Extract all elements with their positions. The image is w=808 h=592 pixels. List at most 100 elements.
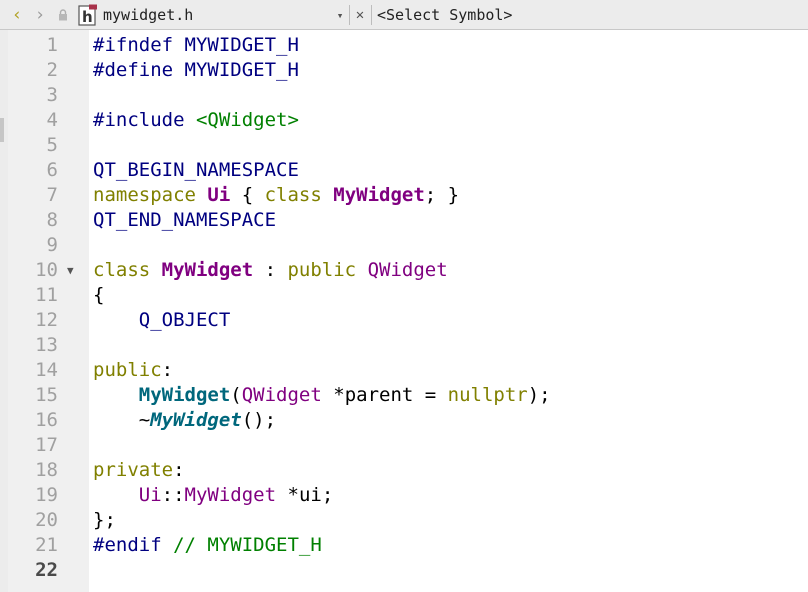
code-token: : (173, 459, 185, 481)
code-text: #ifndef MYWIDGET_H (93, 33, 299, 58)
line-number: 21 (35, 534, 58, 556)
code-token: public (287, 259, 368, 281)
close-icon[interactable]: ✕ (353, 0, 367, 30)
symbol-selector[interactable]: <Select Symbol> (377, 0, 512, 30)
code-text: Q_OBJECT (93, 308, 231, 333)
code-token: : (253, 259, 288, 281)
code-token: { (230, 184, 265, 206)
code-text: #define MYWIDGET_H (93, 58, 299, 83)
code-line[interactable]: 20}; (0, 508, 808, 533)
code-text: { (93, 283, 104, 308)
code-token: ); (527, 384, 551, 406)
line-number: 13 (35, 334, 58, 356)
code-token: *parent = (321, 384, 448, 406)
code-token: QT_END_NAMESPACE (93, 209, 277, 231)
code-token: QWidget (241, 384, 322, 406)
code-token: nullptr (447, 384, 528, 406)
line-number: 10 (35, 259, 58, 281)
code-line[interactable]: 7 namespace Ui { class MyWidget; } (0, 183, 808, 208)
code-line[interactable]: 18 private: (0, 458, 808, 483)
code-line[interactable]: 22 (0, 558, 808, 583)
code-text: QT_END_NAMESPACE (93, 208, 276, 233)
code-token: Ui (138, 484, 162, 506)
code-line[interactable]: 10 ▼ class MyWidget : public QWidget (0, 258, 808, 283)
chevron-right-icon[interactable]: › (31, 0, 49, 30)
code-token: ; } (424, 184, 460, 206)
code-line[interactable]: 1 #ifndef MYWIDGET_H (0, 33, 808, 58)
chevron-left-icon[interactable]: ‹ (8, 0, 26, 30)
line-number: 16 (35, 409, 58, 431)
line-number: 9 (46, 234, 58, 256)
editor-toolbar: ‹ › h mywidget.h ▾ ✕ <Select Symbol> (0, 0, 808, 30)
line-number: 11 (35, 284, 58, 306)
file-icon-letter: h (82, 8, 93, 26)
line-number: 7 (46, 184, 58, 206)
code-token: <QWidget> (195, 109, 299, 131)
line-number: 5 (46, 134, 58, 156)
code-token: { (93, 284, 105, 306)
code-line[interactable]: 3 (0, 83, 808, 108)
lock-icon[interactable] (57, 0, 69, 30)
code-line[interactable]: 9 (0, 233, 808, 258)
code-text: class MyWidget : public QWidget (93, 258, 448, 283)
code-line[interactable]: 19 Ui::MyWidget *ui; (0, 483, 808, 508)
line-number: 15 (35, 384, 58, 406)
code-token: *ui; (276, 484, 334, 506)
line-number: 14 (35, 359, 58, 381)
code-token: class (264, 184, 334, 206)
separator (371, 5, 372, 25)
code-token: Ui (207, 184, 231, 206)
line-number: 4 (46, 109, 58, 131)
code-line[interactable]: 15 MyWidget(QWidget *parent = nullptr); (0, 383, 808, 408)
code-text: private: (93, 458, 185, 483)
line-number: 8 (46, 209, 58, 231)
code-token: private (93, 459, 174, 481)
line-number: 22 (35, 559, 58, 581)
code-token: ( (230, 384, 242, 406)
line-number: 19 (35, 484, 58, 506)
code-line[interactable]: 12 Q_OBJECT (0, 308, 808, 333)
line-number: 18 (35, 459, 58, 481)
line-number: 3 (46, 84, 58, 106)
code-line[interactable]: 11 { (0, 283, 808, 308)
code-line[interactable]: 4 #include <QWidget> (0, 108, 808, 133)
code-token: MyWidget (161, 259, 254, 281)
code-line[interactable]: 5 (0, 133, 808, 158)
header-file-icon: h (78, 0, 98, 30)
code-token: : (161, 359, 174, 381)
code-line[interactable]: 21 #endif // MYWIDGET_H (0, 533, 808, 558)
code-token: // MYWIDGET_H (173, 534, 322, 556)
line-number: 6 (46, 159, 58, 181)
code-token: MyWidget (184, 484, 277, 506)
code-text: #include <QWidget> (93, 108, 299, 133)
triangle-down-icon[interactable]: ▾ (333, 0, 347, 30)
code-token: QWidget (367, 259, 448, 281)
code-token: #ifndef MYWIDGET_H (93, 34, 299, 56)
file-name[interactable]: mywidget.h (103, 0, 193, 30)
code-line[interactable]: 17 (0, 433, 808, 458)
code-token: Q_OBJECT (93, 309, 231, 331)
code-text: MyWidget(QWidget *parent = nullptr); (93, 383, 551, 408)
code-token: }; (93, 509, 116, 531)
code-line[interactable]: 2 #define MYWIDGET_H (0, 58, 808, 83)
line-number: 17 (35, 434, 58, 456)
line-number: 20 (35, 509, 58, 531)
code-token: ~ (93, 409, 151, 431)
code-text: QT_BEGIN_NAMESPACE (93, 158, 299, 183)
code-line[interactable]: 14 public: (0, 358, 808, 383)
code-text: ~MyWidget(); (93, 408, 276, 433)
code-text: public: (93, 358, 173, 383)
code-text: Ui::MyWidget *ui; (93, 483, 334, 508)
fold-arrow-icon[interactable]: ▼ (67, 258, 74, 283)
code-token: MyWidget (150, 409, 242, 431)
code-line[interactable]: 13 (0, 333, 808, 358)
code-line[interactable]: 16 ~MyWidget(); (0, 408, 808, 433)
code-text: }; (93, 508, 116, 533)
code-line[interactable]: 6 QT_BEGIN_NAMESPACE (0, 158, 808, 183)
code-token: #define MYWIDGET_H (93, 59, 299, 81)
code-token: #endif (93, 534, 174, 556)
separator (349, 5, 350, 25)
code-line[interactable]: 8 QT_END_NAMESPACE (0, 208, 808, 233)
